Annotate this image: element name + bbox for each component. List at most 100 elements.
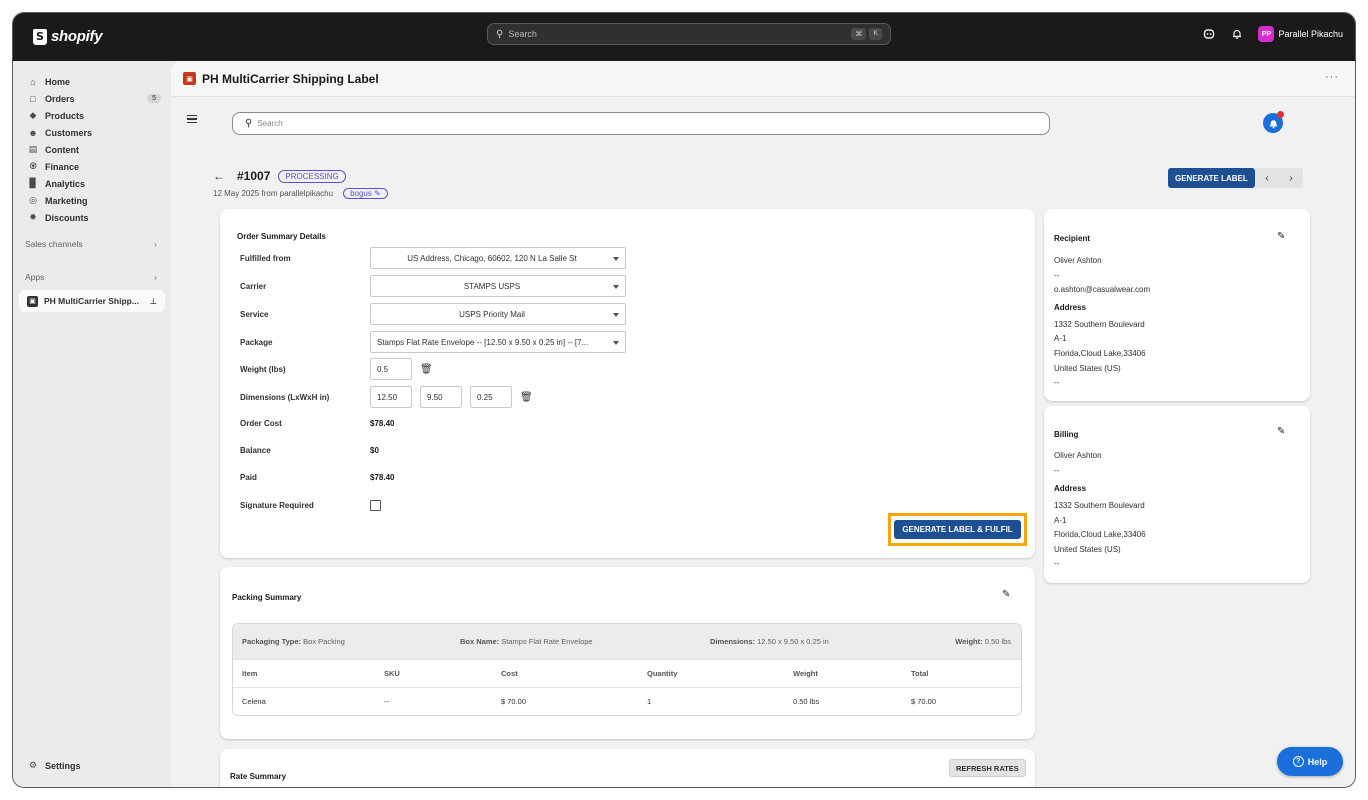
top-right-actions: PP Parallel Pikachu <box>1202 26 1343 42</box>
packing-weight: Weight: 0.50 lbs <box>955 637 1011 646</box>
sidebar-item-ph-multicarrier[interactable]: ▣ PH MultiCarrier Shipp... ⊥ <box>19 290 165 312</box>
billing-extra: -- <box>1054 559 1060 568</box>
recipient-name: Oliver Ashton <box>1054 256 1102 265</box>
fulfilled-from-label: Fulfilled from <box>240 253 291 263</box>
pencil-icon: ✎ <box>374 189 381 198</box>
global-search-input[interactable]: ⚲ Search ⌘ K <box>487 23 891 45</box>
sidebar-item-analytics[interactable]: ▉ Analytics <box>13 175 171 192</box>
sidebar-item-label: Finance <box>45 161 80 172</box>
notification-bell-icon[interactable] <box>1230 27 1244 41</box>
sidebar-item-orders[interactable]: □ Orders 5 <box>13 90 171 107</box>
recipient-email: o.ashton@casualwear.com <box>1054 285 1151 294</box>
more-options-icon[interactable]: ··· <box>1325 71 1339 83</box>
packing-table-header: Item SKU Cost Quantity Weight Total <box>233 659 1021 687</box>
packing-info-row: Packaging Type: Box Packing Box Name: St… <box>233 624 1021 659</box>
dimensions-label: Dimensions (LxWxH in) <box>240 392 330 402</box>
signature-checkbox[interactable] <box>370 500 381 511</box>
package-select[interactable]: Stamps Flat Rate Envelope -- [12.50 x 9.… <box>370 331 626 353</box>
balance-value: $0 <box>370 446 379 455</box>
order-summary-title: Order Summary Details <box>237 232 326 241</box>
sidebar-item-home[interactable]: ⌂ Home <box>13 73 171 90</box>
cell-quantity: 1 <box>647 697 652 706</box>
balance-row: Balance $0 <box>240 446 379 455</box>
sidebar-item-label: Products <box>45 110 85 121</box>
order-tag[interactable]: bogus ✎ <box>343 188 388 199</box>
app-header: ▣ PH MultiCarrier Shipping Label ··· <box>171 61 1355 97</box>
sidebar-item-content[interactable]: ▤ Content <box>13 141 171 158</box>
billing-country: United States (US) <box>1054 545 1121 554</box>
length-input[interactable]: 12.50 <box>370 386 412 408</box>
sidebar: ⌂ Home □ Orders 5 ◆ Products ☻ Customers ▤ Con… <box>13 61 171 787</box>
carrier-label: Carrier <box>240 281 267 291</box>
shopify-logo[interactable]: shopify <box>33 28 103 45</box>
service-label: Service <box>240 309 269 319</box>
refresh-rates-button[interactable]: REFRESH RATES <box>949 759 1026 777</box>
recipient-address-line1: 1332 Southern Boulevard <box>1054 320 1145 329</box>
billing-name: Oliver Ashton <box>1054 451 1102 460</box>
settings-label: Settings <box>45 760 81 771</box>
trash-icon[interactable]: 🗑 <box>520 392 533 403</box>
billing-address-line3: Florida,Cloud Lake,33406 <box>1054 530 1146 539</box>
top-bar: shopify ⚲ Search ⌘ K PP Parallel Pikachu <box>13 13 1355 61</box>
sidekick-icon[interactable] <box>1202 27 1216 41</box>
billing-title: Billing <box>1054 430 1079 439</box>
packaging-type-value: Box Packing <box>303 637 345 646</box>
brand-name: shopify <box>51 28 103 45</box>
service-select[interactable]: USPS Priority Mail <box>370 303 626 325</box>
recipient-card: Recipient ✎ Oliver Ashton -- o.ashton@ca… <box>1044 209 1310 401</box>
sidebar-section-sales-channels[interactable]: Sales channels › <box>13 235 171 252</box>
trash-icon[interactable]: 🗑 <box>420 364 433 375</box>
sidebar-item-settings[interactable]: ⚙ Settings <box>27 760 81 771</box>
pencil-icon[interactable]: ✎ <box>1277 231 1285 242</box>
width-input[interactable]: 9.50 <box>420 386 462 408</box>
generate-label-button[interactable]: GENERATE LABEL <box>1168 168 1255 188</box>
prev-order-icon[interactable]: ‹ <box>1265 173 1268 184</box>
app-notification-bell-icon[interactable] <box>1263 111 1284 133</box>
recipient-address-line3: Florida,Cloud Lake,33406 <box>1054 349 1146 358</box>
search-icon: ⚲ <box>496 28 504 40</box>
app-search-input[interactable]: ⚲ Search <box>232 112 1050 135</box>
billing-address-label: Address <box>1054 484 1087 493</box>
sidebar-section-apps[interactable]: Apps › <box>13 268 171 285</box>
packing-weight-label: Weight: <box>955 637 983 646</box>
recipient-phone: -- <box>1054 271 1060 280</box>
paid-label: Paid <box>240 473 257 482</box>
weight-input[interactable]: 0.5 <box>370 358 412 380</box>
back-arrow-icon[interactable]: ← <box>213 169 225 183</box>
help-button[interactable]: ? Help <box>1277 747 1343 776</box>
sidebar-item-customers[interactable]: ☻ Customers <box>13 124 171 141</box>
carrier-select[interactable]: STAMPS USPS <box>370 275 626 297</box>
package-label: Package <box>240 337 273 347</box>
generate-label-fulfil-button[interactable]: GENERATE LABEL & FULFIL <box>894 520 1021 539</box>
recipient-title: Recipient <box>1054 234 1091 243</box>
sidebar-app-label: PH MultiCarrier Shipp... <box>44 296 139 306</box>
shopify-bag-icon <box>33 28 47 45</box>
app-logo-icon: ▣ <box>183 72 196 85</box>
next-order-icon[interactable]: › <box>1289 173 1292 184</box>
carrier-value: STAMPS USPS <box>463 281 521 291</box>
chevron-right-icon: › <box>154 271 157 282</box>
column-weight: Weight <box>793 669 818 678</box>
sidebar-item-label: Home <box>45 76 71 87</box>
pencil-icon[interactable]: ✎ <box>1277 426 1285 437</box>
home-icon: ⌂ <box>30 76 36 87</box>
fulfilled-from-select[interactable]: US Address, Chicago, 60602, 120 N La Sal… <box>370 247 626 269</box>
orders-icon: □ <box>30 93 36 104</box>
sidebar-item-discounts[interactable]: ✸ Discounts <box>13 209 171 226</box>
hamburger-menu-icon[interactable] <box>187 115 197 123</box>
packing-dimensions-label: Dimensions: <box>710 637 756 646</box>
signature-row: Signature Required <box>240 500 381 511</box>
discount-icon: ✸ <box>29 212 37 222</box>
user-menu[interactable]: PP Parallel Pikachu <box>1258 26 1343 42</box>
pin-icon[interactable]: ⊥ <box>150 297 157 306</box>
column-cost: Cost <box>501 669 518 678</box>
column-quantity: Quantity <box>647 669 678 678</box>
height-input[interactable]: 0.25 <box>470 386 512 408</box>
sidebar-item-products[interactable]: ◆ Products <box>13 107 171 124</box>
recipient-address-label: Address <box>1054 303 1087 312</box>
sidebar-item-finance[interactable]: ♼ Finance <box>13 158 171 175</box>
paid-row: Paid $78.40 <box>240 473 394 482</box>
sidebar-item-marketing[interactable]: ◎ Marketing <box>13 192 171 209</box>
pencil-icon[interactable]: ✎ <box>1002 589 1010 600</box>
order-header: ← #1007 PROCESSING 12 May 2025 from para… <box>213 169 388 199</box>
